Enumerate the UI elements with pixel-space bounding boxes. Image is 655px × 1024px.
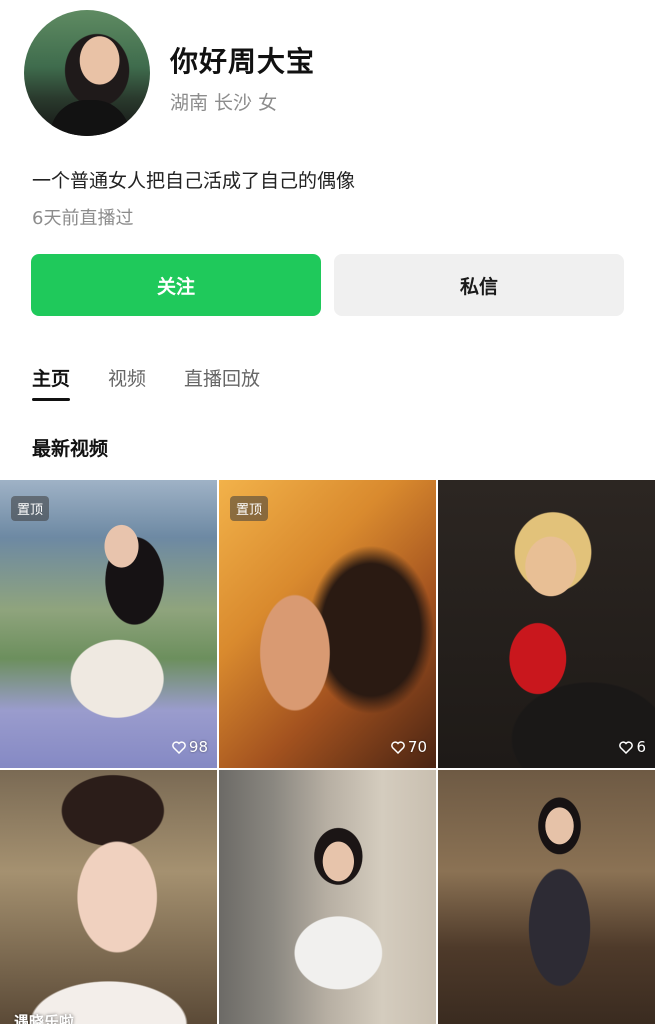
- section-title-latest-videos: 最新视频: [32, 438, 109, 460]
- message-button[interactable]: 私信: [334, 254, 624, 316]
- video-caption: 遇晓乐啦: [14, 1013, 75, 1024]
- profile-bio: 一个普通女人把自己活成了自己的偶像: [32, 170, 356, 192]
- heart-icon: [619, 740, 634, 754]
- video-thumbnail-6[interactable]: [438, 770, 655, 1024]
- like-count-value: 70: [407, 738, 427, 756]
- like-count: 98: [172, 738, 208, 756]
- follow-button[interactable]: 关注: [31, 254, 321, 316]
- video-thumbnail-4[interactable]: 遇晓乐啦: [0, 770, 217, 1024]
- tab-home[interactable]: 主页: [32, 364, 71, 401]
- video-grid: 置顶 98 置顶 70 6 遇晓乐啦: [0, 480, 655, 1024]
- profile-name: 你好周大宝: [170, 45, 316, 78]
- pinned-badge: 置顶: [11, 496, 50, 521]
- pinned-badge: 置顶: [230, 496, 269, 521]
- heart-icon: [391, 740, 405, 754]
- heart-icon: [172, 740, 186, 754]
- avatar[interactable]: [24, 10, 150, 136]
- video-thumbnail-1[interactable]: 置顶 98: [0, 480, 217, 768]
- like-count: 70: [391, 738, 427, 756]
- like-count-value: 6: [636, 738, 646, 756]
- video-thumbnail-3[interactable]: 6: [438, 480, 655, 768]
- video-thumbnail-5[interactable]: [219, 770, 436, 1024]
- tab-videos[interactable]: 视频: [108, 364, 146, 401]
- profile-tabs: 主页 视频 直播回放: [32, 364, 298, 401]
- like-count-value: 98: [188, 738, 208, 756]
- video-thumbnail-2[interactable]: 置顶 70: [219, 480, 436, 768]
- last-live-status: 6天前直播过: [32, 208, 134, 229]
- profile-location: 湖南 长沙 女: [170, 92, 278, 114]
- tab-live-replay[interactable]: 直播回放: [184, 364, 260, 401]
- like-count: 6: [619, 738, 646, 756]
